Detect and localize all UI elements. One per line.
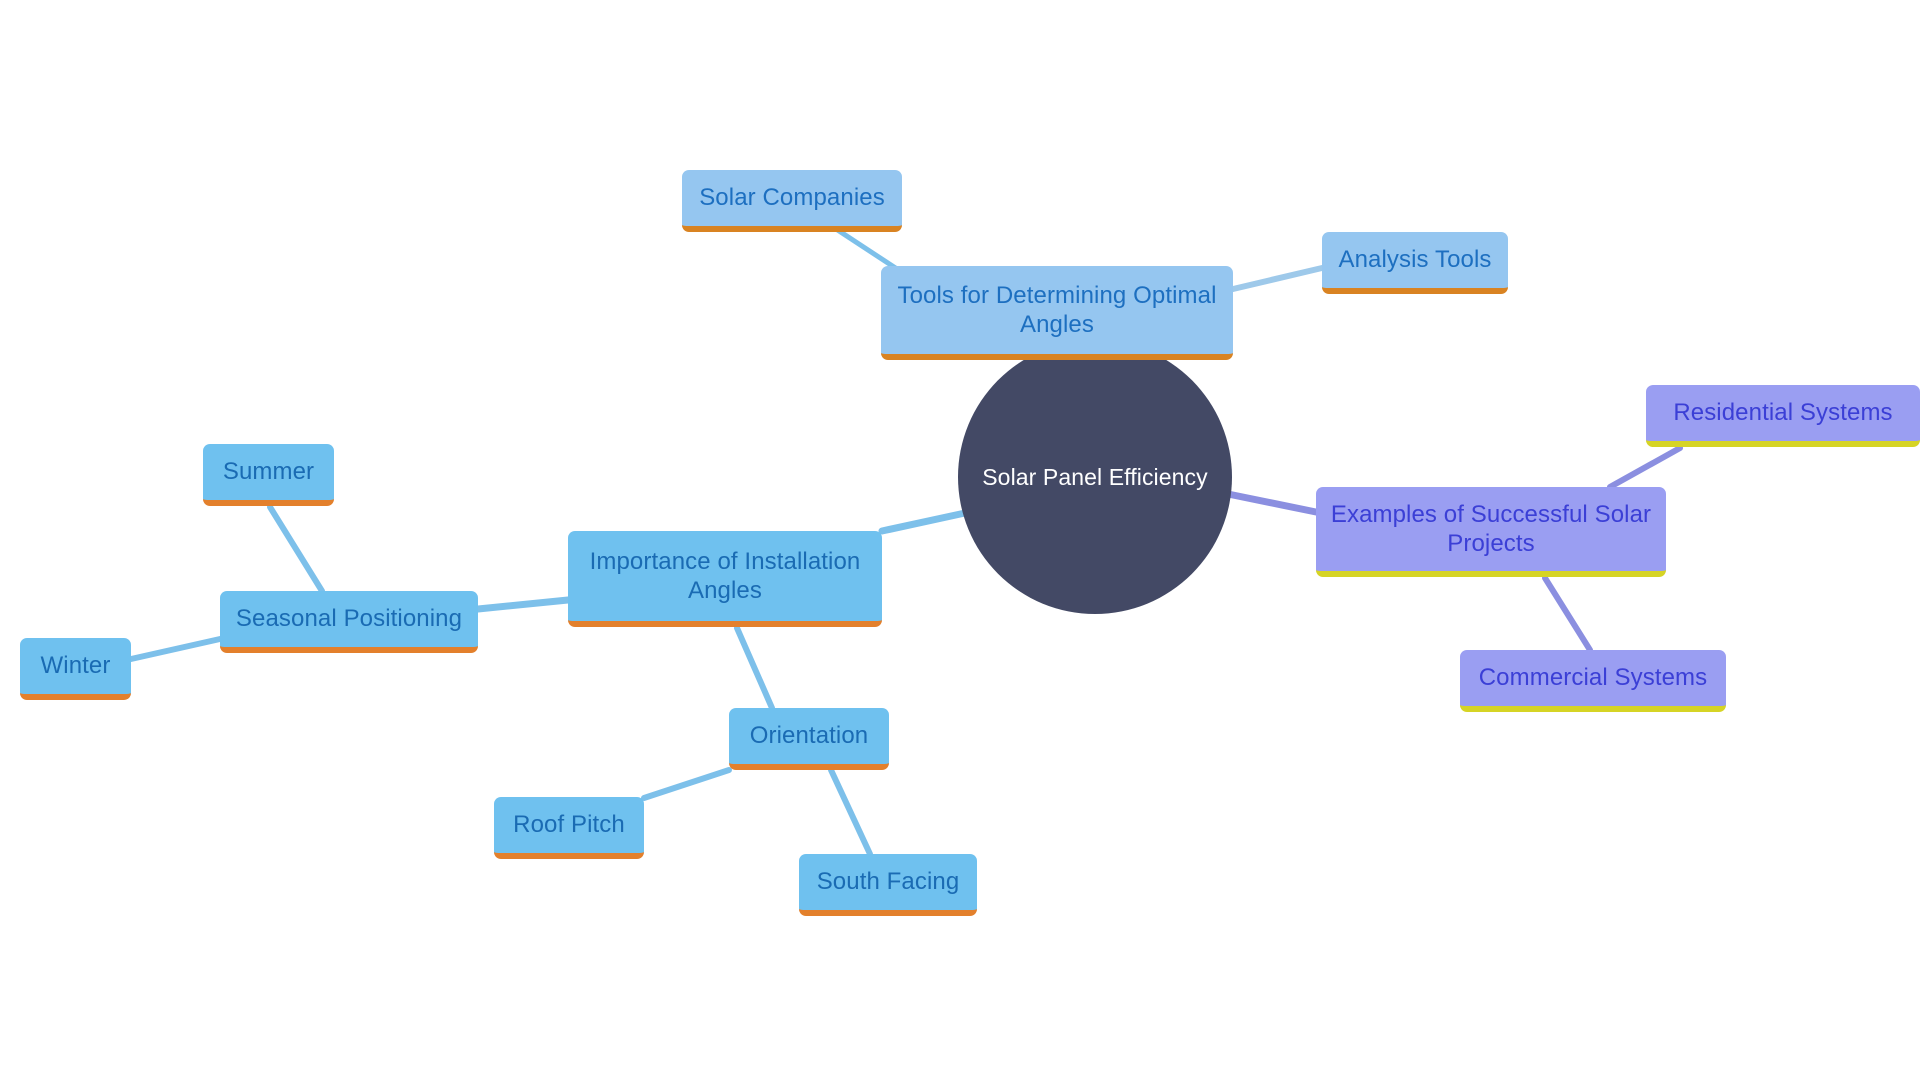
edge-orientation-to-southfacing (828, 767, 873, 857)
mindmap-node-label-importance: Importance of Installation Angles (589, 547, 861, 604)
mindmap-node-examples[interactable]: Examples of Successful Solar Projects (1316, 487, 1666, 577)
mindmap-node-label-analysis: Analysis Tools (1338, 246, 1492, 274)
edge-examples-to-residential (1607, 445, 1683, 490)
mindmap-node-winter[interactable]: Winter (20, 638, 131, 700)
mindmap-node-commercial[interactable]: Commercial Systems (1460, 650, 1726, 712)
edge-root-to-examples (1224, 490, 1320, 516)
mindmap-node-label-root: Solar Panel Efficiency (982, 463, 1208, 490)
mindmap-node-orientation[interactable]: Orientation (729, 708, 889, 770)
edge-importance-to-seasonal (474, 596, 572, 613)
mindmap-node-southfacing[interactable]: South Facing (799, 854, 977, 916)
edge-examples-to-commercial (1542, 575, 1593, 653)
mindmap-node-label-southfacing: South Facing (816, 868, 960, 896)
mindmap-node-label-seasonal: Seasonal Positioning (235, 605, 463, 633)
mindmap-node-tools[interactable]: Tools for Determining Optimal Angles (881, 266, 1233, 360)
mindmap-node-label-roofpitch: Roof Pitch (513, 811, 625, 839)
mindmap-node-label-companies: Solar Companies (699, 184, 885, 212)
mindmap-node-label-residential: Residential Systems (1673, 399, 1893, 427)
mindmap-node-seasonal[interactable]: Seasonal Positioning (220, 591, 478, 653)
edge-seasonal-to-winter (128, 636, 223, 662)
mindmap-node-summer[interactable]: Summer (203, 444, 334, 506)
edge-seasonal-to-summer (267, 504, 325, 594)
mindmap-node-roofpitch[interactable]: Roof Pitch (494, 797, 644, 859)
mindmap-node-label-summer: Summer (222, 458, 315, 486)
edge-root-to-importance (878, 509, 969, 535)
mindmap-node-analysis[interactable]: Analysis Tools (1322, 232, 1508, 294)
mindmap-node-label-commercial: Commercial Systems (1478, 664, 1708, 692)
edge-tools-to-analysis (1230, 265, 1325, 292)
mindmap-node-label-tools: Tools for Determining Optimal Angles (897, 281, 1217, 338)
edge-importance-to-orientation (734, 625, 775, 711)
mindmap-node-companies[interactable]: Solar Companies (682, 170, 902, 232)
mindmap-node-importance[interactable]: Importance of Installation Angles (568, 531, 882, 627)
mindmap-node-label-examples: Examples of Successful Solar Projects (1330, 500, 1652, 557)
mindmap-node-residential[interactable]: Residential Systems (1646, 385, 1920, 447)
mindmap-node-root[interactable]: Solar Panel Efficiency (958, 340, 1232, 614)
mindmap-node-label-winter: Winter (40, 652, 111, 680)
mindmap-canvas: Solar Panel Efficiency Tools for Determin… (0, 0, 1920, 1080)
edge-orientation-to-roofpitch (641, 767, 732, 801)
mindmap-node-label-orientation: Orientation (749, 722, 869, 750)
